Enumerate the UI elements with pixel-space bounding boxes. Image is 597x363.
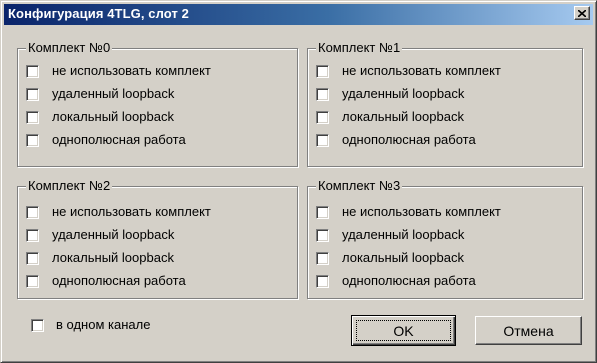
checkbox-label: однополюсная работа (52, 132, 186, 147)
cancel-button[interactable]: Отмена (475, 316, 582, 345)
checkbox-box[interactable] (316, 274, 329, 288)
checkbox-label: локальный loopback (52, 109, 174, 124)
checkbox-remote-loopback[interactable]: удаленный loopback (26, 225, 174, 245)
checkbox-box[interactable] (26, 110, 39, 124)
checkbox-unipolar[interactable]: однополюсная работа (26, 271, 186, 291)
checkbox-not-use[interactable]: не использовать комплект (26, 61, 211, 81)
checkbox-box[interactable] (316, 228, 329, 242)
checkbox-label: в одном канале (56, 317, 151, 332)
checkbox-box[interactable] (26, 228, 39, 242)
group-title: Комплект №1 (316, 40, 403, 56)
window-title: Конфигурация 4TLG, слот 2 (8, 6, 190, 21)
checkbox-label: локальный loopback (52, 250, 174, 265)
close-icon (578, 9, 586, 17)
checkbox-label: не использовать комплект (342, 204, 501, 219)
ok-label: OK (393, 322, 414, 339)
checkbox-remote-loopback[interactable]: удаленный loopback (316, 225, 464, 245)
checkbox-not-use[interactable]: не использовать комплект (316, 202, 501, 222)
checkbox-label: локальный loopback (342, 250, 464, 265)
title-bar[interactable]: Конфигурация 4TLG, слот 2 (4, 4, 593, 25)
checkbox-local-loopback[interactable]: локальный loopback (316, 107, 464, 127)
checkbox-box[interactable] (26, 274, 39, 288)
checkbox-box[interactable] (26, 205, 39, 219)
checkbox-label: не использовать комплект (342, 63, 501, 78)
group-komplekt-1: Комплект №1 не использовать комплект уда… (307, 40, 583, 167)
checkbox-remote-loopback[interactable]: удаленный loopback (26, 84, 174, 104)
checkbox-box[interactable] (316, 110, 329, 124)
checkbox-unipolar[interactable]: однополюсная работа (26, 130, 186, 150)
checkbox-label: однополюсная работа (52, 273, 186, 288)
group-komplekt-3: Комплект №3 не использовать комплект уда… (307, 178, 583, 299)
checkbox-local-loopback[interactable]: локальный loopback (316, 248, 464, 268)
checkbox-local-loopback[interactable]: локальный loopback (26, 248, 174, 268)
group-title: Комплект №2 (26, 178, 113, 194)
ok-button[interactable]: OK (351, 315, 456, 346)
checkbox-label: удаленный loopback (52, 86, 175, 101)
checkbox-unipolar[interactable]: однополюсная работа (316, 130, 476, 150)
checkbox-box[interactable] (26, 133, 39, 147)
checkbox-not-use[interactable]: не использовать комплект (316, 61, 501, 81)
cancel-label: Отмена (503, 322, 554, 339)
checkbox-label: не использовать комплект (52, 204, 211, 219)
checkbox-label: удаленный loopback (342, 86, 465, 101)
checkbox-label: локальный loopback (342, 109, 464, 124)
checkbox-box[interactable] (316, 64, 329, 78)
checkbox-box[interactable] (26, 64, 39, 78)
close-button[interactable] (574, 6, 590, 20)
group-title: Комплект №0 (26, 40, 113, 56)
checkbox-unipolar[interactable]: однополюсная работа (316, 271, 476, 291)
checkbox-not-use[interactable]: не использовать комплект (26, 202, 211, 222)
group-title: Комплект №3 (316, 178, 403, 194)
checkbox-local-loopback[interactable]: локальный loopback (26, 107, 174, 127)
checkbox-label: не использовать комплект (52, 63, 211, 78)
checkbox-box[interactable] (316, 251, 329, 265)
checkbox-label: однополюсная работа (342, 132, 476, 147)
dialog-window: Конфигурация 4TLG, слот 2 Комплект №0 не… (0, 0, 597, 363)
checkbox-box[interactable] (26, 87, 39, 101)
checkbox-box[interactable] (26, 251, 39, 265)
checkbox-box[interactable] (316, 133, 329, 147)
checkbox-remote-loopback[interactable]: удаленный loopback (316, 84, 464, 104)
group-komplekt-2: Комплект №2 не использовать комплект уда… (17, 178, 298, 299)
checkbox-label: удаленный loopback (52, 227, 175, 242)
checkbox-label: однополюсная работа (342, 273, 476, 288)
checkbox-box[interactable] (31, 318, 44, 332)
checkbox-single-channel[interactable]: в одном канале (31, 315, 150, 335)
checkbox-box[interactable] (316, 87, 329, 101)
checkbox-label: удаленный loopback (342, 227, 465, 242)
group-komplekt-0: Комплект №0 не использовать комплект уда… (17, 40, 298, 167)
checkbox-box[interactable] (316, 205, 329, 219)
